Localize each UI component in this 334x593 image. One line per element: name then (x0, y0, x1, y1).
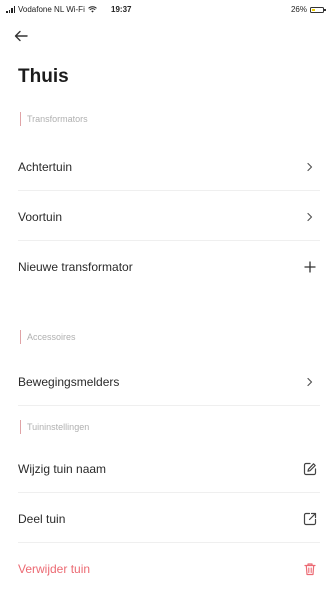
arrow-left-icon (14, 30, 28, 42)
share-icon (300, 509, 320, 529)
list-item-bewegingsmelders[interactable]: Bewegingsmelders (18, 358, 320, 406)
list-item-label: Achtertuin (18, 160, 73, 174)
section-header-accessoires: Accessoires (20, 330, 76, 344)
status-bar: Vodafone NL Wi-Fi 19:37 26% (0, 0, 334, 20)
list-item-label: Wijzig tuin naam (18, 462, 107, 476)
edit-icon (300, 459, 320, 479)
chevron-right-icon (300, 372, 320, 392)
trash-icon (300, 559, 320, 579)
list-item-label: Bewegingsmelders (18, 375, 120, 389)
status-right: 26% (290, 5, 326, 14)
section-header-tuininstellingen: Tuininstellingen (20, 420, 89, 434)
status-left: Vodafone NL Wi-Fi (6, 5, 97, 14)
back-button[interactable] (14, 26, 38, 46)
list-item-label: Verwijder tuin (18, 562, 91, 576)
battery-level (312, 8, 315, 11)
battery-percentage: 26% (290, 5, 307, 14)
list-item-rename-garden[interactable]: Wijzig tuin naam (18, 445, 320, 493)
list-item-share-garden[interactable]: Deel tuin (18, 495, 320, 543)
list-item-achtertuin[interactable]: Achtertuin (18, 143, 320, 191)
list-item-new-transformator[interactable]: Nieuwe transformator (18, 243, 320, 291)
page-title: Thuis (18, 66, 69, 87)
plus-icon (300, 257, 320, 277)
carrier-label: Vodafone NL Wi-Fi (18, 5, 85, 14)
wifi-icon (87, 6, 97, 13)
list-item-voortuin[interactable]: Voortuin (18, 193, 320, 241)
signal-icon (6, 6, 15, 13)
list-item-label: Voortuin (18, 210, 63, 224)
list-item-label: Nieuwe transformator (18, 260, 133, 274)
section-header-transformators: Transformators (20, 112, 88, 126)
chevron-right-icon (300, 207, 320, 227)
list-item-label: Deel tuin (18, 512, 66, 526)
chevron-right-icon (300, 157, 320, 177)
list-item-delete-garden[interactable]: Verwijder tuin (18, 545, 320, 593)
battery-icon (310, 6, 326, 13)
clock: 19:37 (111, 5, 132, 14)
